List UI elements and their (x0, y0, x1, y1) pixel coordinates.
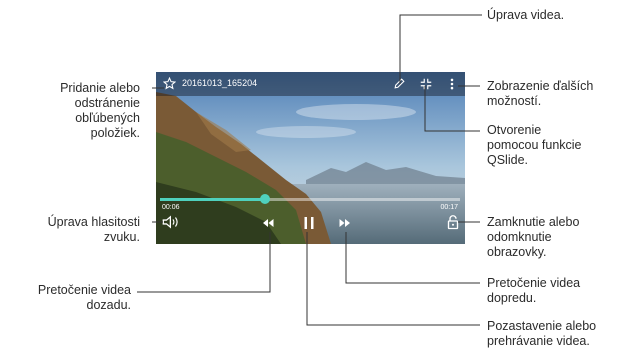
leader-pause (306, 232, 480, 326)
seek-bar[interactable] (160, 194, 460, 204)
video-file-name: 20161013_165204 (182, 78, 258, 88)
lock-icon[interactable] (447, 215, 459, 230)
video-player[interactable]: 20161013_165204 00:06 00:17 (156, 72, 465, 244)
qslide-icon[interactable] (419, 77, 433, 91)
seek-bar-handle[interactable] (260, 194, 270, 204)
label-qslide: Otvorenie pomocou funkcie QSlide. (487, 123, 582, 167)
seek-bar-progress (160, 198, 265, 201)
pause-icon[interactable] (303, 216, 315, 230)
more-vertical-icon[interactable] (448, 77, 456, 91)
fast-forward-icon[interactable] (339, 218, 351, 228)
star-outline-icon[interactable] (163, 77, 176, 90)
label-pause: Pozastavenie alebo prehrávanie videa. (487, 319, 597, 348)
pencil-icon[interactable] (393, 77, 406, 90)
label-more-options: Zobrazenie ďalších možností. (487, 79, 594, 108)
time-total: 00:17 (440, 204, 458, 211)
label-rewind: Pretočenie videa dozadu. (37, 283, 131, 312)
label-favorite: Pridanie alebo odstránenie obľúbených po… (60, 81, 140, 140)
time-elapsed: 00:06 (162, 204, 180, 211)
volume-icon[interactable] (162, 215, 180, 229)
rewind-icon[interactable] (262, 218, 274, 228)
label-lock: Zamknutie alebo odomknutie obrazovky. (487, 215, 580, 259)
label-forward: Pretočenie videa dopredu. (487, 276, 581, 305)
label-edit-video: Úprava videa. (487, 8, 565, 22)
label-volume: Úprava hlasitosti zvuku. (47, 215, 140, 244)
